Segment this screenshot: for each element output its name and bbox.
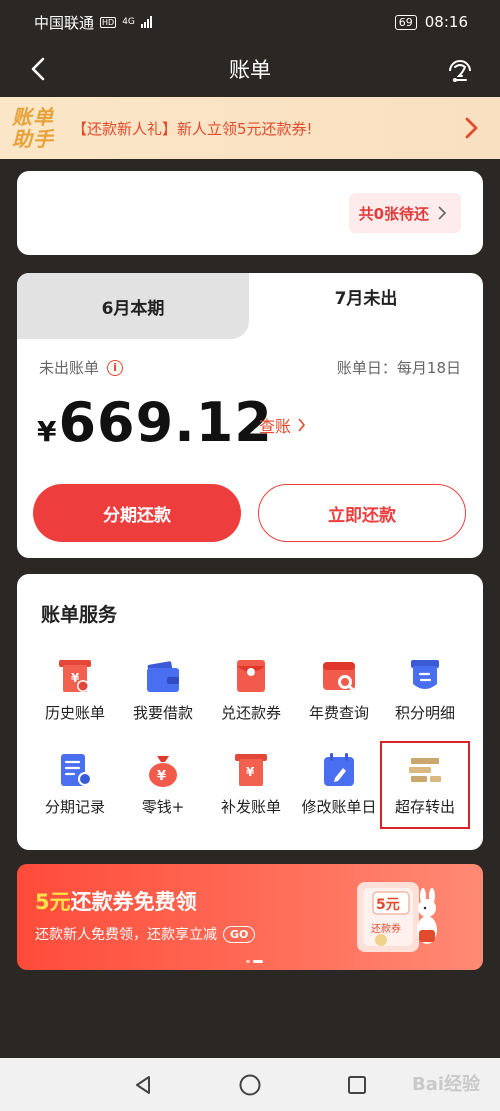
repay-now-button[interactable]: 立即还款: [258, 484, 466, 542]
billing-day: 账单日：每月18日: [336, 359, 461, 377]
promo-title: 5元还款券免费领: [35, 890, 197, 914]
tab-next-period[interactable]: 7月未出: [249, 273, 483, 319]
pending-bills-button[interactable]: 共0张待还: [348, 193, 461, 233]
services-title: 账单服务: [41, 604, 118, 626]
nav-bar: 账单: [0, 44, 500, 94]
network-type: 4G: [122, 17, 135, 27]
reissue-bill-icon: ¥: [235, 754, 267, 786]
wallet-icon: [147, 661, 179, 692]
clock: 08:16: [424, 13, 468, 31]
pending-bills-card: 共0张待还: [17, 171, 483, 255]
chevron-right-icon: [438, 206, 447, 220]
service-points[interactable]: 积分明细: [379, 656, 471, 723]
tab-current-period[interactable]: 6月本期: [17, 273, 249, 339]
service-redeem-coupon[interactable]: 兑还款券: [205, 656, 297, 723]
bill-helper-logo: 账单 助手: [12, 105, 54, 151]
banner-text: 【还款新人礼】新人立领5元还款券!: [72, 119, 313, 138]
service-annual-fee[interactable]: 年费查询: [293, 656, 385, 723]
currency-symbol: ¥: [37, 415, 57, 448]
chevron-right-icon: [465, 117, 478, 139]
hd-badge: HD: [100, 16, 117, 28]
svg-text:5元: 5元: [376, 897, 400, 913]
bill-period-tabs: 6月本期 7月未出: [17, 273, 483, 339]
annual-fee-search-icon: [323, 662, 356, 693]
check-bill-link[interactable]: 查账: [259, 413, 306, 437]
service-history-bill[interactable]: ¥ 历史账单: [29, 656, 121, 723]
status-bar: 中国联通 HD 4G 69 08:16: [0, 0, 500, 44]
svg-text:还款券: 还款券: [371, 922, 401, 935]
history-bill-icon: ¥: [59, 660, 91, 692]
home-circle-icon[interactable]: [238, 1073, 262, 1097]
service-installment-record[interactable]: 分期记录: [29, 750, 121, 817]
installment-record-icon: [61, 754, 92, 786]
service-borrow[interactable]: 我要借款: [117, 656, 209, 723]
pending-bills-label: 共0张待还: [358, 204, 429, 223]
page-title: 账单: [229, 58, 271, 82]
chevron-right-icon: [298, 418, 306, 432]
check-bill-label: 查账: [259, 417, 292, 436]
customer-service-icon[interactable]: [444, 54, 476, 86]
amount-value: 669.12: [58, 391, 273, 454]
red-envelope-icon: [237, 660, 265, 692]
highlight-box: [380, 741, 470, 829]
bill-services-card: 账单服务 ¥ 历史账单 我要借款 兑还款券 年费查询 积分明细 分期记录 ¥ 零…: [17, 574, 483, 850]
info-icon[interactable]: i: [107, 359, 124, 376]
service-reissue-bill[interactable]: ¥ 补发账单: [205, 750, 297, 817]
money-bag-icon: ¥: [149, 756, 177, 787]
svg-text:¥: ¥: [157, 769, 166, 784]
service-change-bill-day[interactable]: 修改账单日: [293, 750, 385, 817]
points-icon: [411, 660, 439, 689]
installment-repay-button[interactable]: 分期还款: [33, 484, 241, 542]
bill-status: 未出账单 i: [39, 357, 124, 378]
promo-banner[interactable]: 5元还款券免费领 还款新人免费领，还款享立减 GO 5元 还款券: [17, 864, 483, 970]
bill-amount: ¥ 669.12: [37, 391, 273, 454]
calendar-edit-icon: [324, 753, 354, 786]
carrier-label: 中国联通: [34, 13, 95, 32]
battery-icon: 69: [394, 14, 417, 30]
svg-text:¥: ¥: [246, 765, 255, 779]
bill-summary-card: 6月本期 7月未出 未出账单 i 账单日：每月18日 ¥ 669.12 查账 分…: [17, 273, 483, 558]
carousel-indicator: [246, 960, 263, 963]
coupon-mascot-icon: 5元 还款券: [357, 882, 437, 952]
service-change-plus[interactable]: ¥ 零钱+: [117, 750, 209, 817]
repayment-gift-banner[interactable]: 账单 助手 【还款新人礼】新人立领5元还款券!: [0, 97, 500, 159]
go-button[interactable]: GO: [223, 925, 256, 943]
bill-status-label: 未出账单: [39, 359, 100, 377]
watermark: Bai经验: [411, 1074, 480, 1095]
back-triangle-icon[interactable]: [132, 1074, 154, 1096]
promo-subtitle: 还款新人免费领，还款享立减 GO: [35, 924, 256, 944]
signal-icon: [140, 16, 152, 28]
back-arrow-icon[interactable]: [26, 56, 52, 82]
recent-apps-square-icon[interactable]: [346, 1074, 368, 1096]
